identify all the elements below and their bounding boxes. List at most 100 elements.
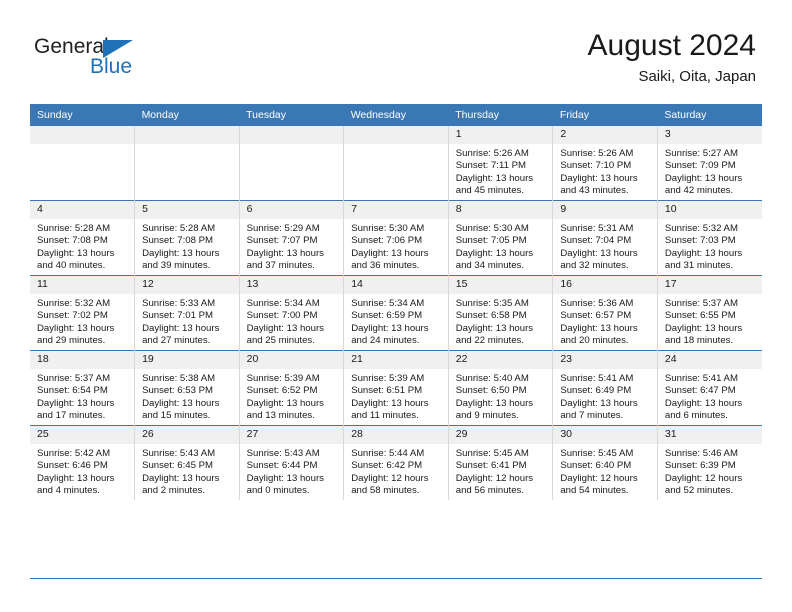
day-detail-line: and 11 minutes. — [351, 410, 419, 422]
day-detail-line: Sunrise: 5:45 AM — [560, 448, 634, 459]
calendar-day-cell[interactable]: 4 Sunrise: 5:28 AM Sunset: 7:08 PM Daylight… — [30, 200, 135, 276]
day-detail-line: Daylight: 12 hours — [664, 472, 743, 484]
calendar-day-cell[interactable]: 24 Sunrise: 5:41 AM Sunset: 6:47 PM Dayligh… — [656, 350, 762, 426]
calendar-day-cell[interactable]: 9 Sunrise: 5:31 AM Sunset: 7:04 PM Daylight… — [552, 200, 658, 276]
day-details: Sunrise: 5:38 AM Sunset: 6:53 PM Daylight:… — [135, 369, 239, 423]
calendar-day-cell[interactable]: 15 Sunrise: 5:35 AM Sunset: 6:58 PM Dayligh… — [447, 275, 553, 351]
logo-text-blue: Blue — [90, 55, 133, 78]
day-detail-line: Sunrise: 5:37 AM — [37, 373, 111, 384]
calendar-day-cell[interactable]: 25 Sunrise: 5:42 AM Sunset: 6:46 PM Dayligh… — [30, 425, 135, 500]
calendar-day-cell[interactable]: 3 Sunrise: 5:27 AM Sunset: 7:09 PM Daylight… — [656, 126, 762, 201]
calendar-day-cell[interactable]: 6 Sunrise: 5:29 AM Sunset: 7:07 PM Daylight… — [238, 200, 344, 276]
day-detail-line: and 32 minutes. — [560, 260, 629, 272]
day-details: Sunrise: 5:30 AM Sunset: 7:05 PM Daylight:… — [449, 219, 553, 273]
day-details: Sunrise: 5:44 AM Sunset: 6:42 PM Daylight:… — [344, 444, 448, 498]
calendar-day-cell[interactable]: 30 Sunrise: 5:45 AM Sunset: 6:40 PM Dayligh… — [552, 425, 658, 500]
day-number: 13 — [239, 276, 344, 294]
day-detail-line: and 0 minutes. — [246, 485, 310, 497]
day-detail-line: Sunrise: 5:46 AM — [664, 448, 738, 459]
day-detail-line: Sunset: 6:54 PM — [37, 385, 108, 397]
day-detail-line: Sunset: 7:00 PM — [246, 310, 318, 322]
calendar-day-cell[interactable]: 5 Sunrise: 5:28 AM Sunset: 7:08 PM Daylight… — [134, 200, 240, 276]
day-detail-line: Sunrise: 5:32 AM — [664, 223, 738, 234]
day-detail-line: Sunrise: 5:39 AM — [351, 373, 425, 384]
day-detail-line: Sunrise: 5:27 AM — [664, 148, 738, 159]
weekday-header-monday: Monday — [134, 104, 240, 126]
calendar-day-cell[interactable]: 23 Sunrise: 5:41 AM Sunset: 6:49 PM Dayligh… — [552, 350, 658, 426]
calendar-day-cell[interactable]: 19 Sunrise: 5:38 AM Sunset: 6:53 PM Dayligh… — [134, 350, 240, 426]
calendar-day-cell[interactable]: 14 Sunrise: 5:34 AM Sunset: 6:59 PM Dayligh… — [343, 275, 449, 351]
day-detail-line: and 39 minutes. — [142, 260, 211, 272]
day-number: 26 — [135, 426, 239, 444]
day-number — [239, 126, 344, 144]
day-detail-line: Sunset: 6:57 PM — [560, 310, 632, 322]
day-detail-line: Sunrise: 5:40 AM — [455, 373, 529, 384]
day-detail-line: Daylight: 13 hours — [560, 322, 638, 334]
calendar-day-cell[interactable]: 13 Sunrise: 5:34 AM Sunset: 7:00 PM Dayligh… — [238, 275, 344, 351]
day-number: 21 — [344, 351, 448, 369]
day-detail-line: Daylight: 13 hours — [560, 172, 638, 184]
day-detail-line: and 58 minutes. — [351, 485, 420, 497]
calendar-day-cell[interactable]: 7 Sunrise: 5:30 AM Sunset: 7:06 PM Daylight… — [343, 200, 449, 276]
day-details: Sunrise: 5:43 AM Sunset: 6:45 PM Daylight:… — [135, 444, 239, 498]
day-detail-line: Daylight: 13 hours — [560, 247, 638, 259]
day-detail-line: Daylight: 13 hours — [37, 472, 115, 484]
generalblue-logo[interactable]: General Blue — [34, 36, 154, 82]
title-block: August 2024 Saiki, Oita, Japan — [588, 28, 756, 87]
calendar-day-cell[interactable]: 12 Sunrise: 5:33 AM Sunset: 7:01 PM Dayligh… — [134, 275, 240, 351]
day-detail-line: Sunset: 7:01 PM — [142, 310, 213, 322]
day-detail-line: Daylight: 12 hours — [560, 472, 638, 484]
weekday-header-tuesday: Tuesday — [239, 104, 344, 126]
calendar-week-row: 11 Sunrise: 5:32 AM Sunset: 7:02 PM Dayligh… — [30, 275, 762, 351]
calendar-day-cell[interactable]: 27 Sunrise: 5:43 AM Sunset: 6:44 PM Dayligh… — [238, 425, 344, 500]
day-details: Sunrise: 5:39 AM Sunset: 6:51 PM Daylight:… — [344, 369, 448, 423]
day-details: Sunrise: 5:26 AM Sunset: 7:10 PM Daylight:… — [553, 144, 657, 198]
day-details: Sunrise: 5:34 AM Sunset: 6:59 PM Daylight:… — [344, 294, 448, 348]
day-details: Sunrise: 5:28 AM Sunset: 7:08 PM Daylight:… — [30, 219, 134, 273]
day-detail-line: Daylight: 13 hours — [142, 322, 220, 334]
calendar-day-cell[interactable]: 16 Sunrise: 5:36 AM Sunset: 6:57 PM Dayligh… — [552, 275, 658, 351]
day-number: 30 — [553, 426, 657, 444]
calendar-day-cell[interactable]: 20 Sunrise: 5:39 AM Sunset: 6:52 PM Dayligh… — [238, 350, 344, 426]
calendar-day-cell[interactable]: 10 Sunrise: 5:32 AM Sunset: 7:03 PM Dayligh… — [656, 200, 762, 276]
day-details: Sunrise: 5:26 AM Sunset: 7:11 PM Daylight:… — [449, 144, 553, 198]
day-detail-line: Sunrise: 5:36 AM — [560, 298, 634, 309]
day-detail-line: Daylight: 13 hours — [664, 172, 743, 184]
calendar-day-cell[interactable]: 31 Sunrise: 5:46 AM Sunset: 6:39 PM Dayligh… — [656, 425, 762, 500]
day-number: 18 — [30, 351, 135, 369]
day-details: Sunrise: 5:32 AM Sunset: 7:02 PM Daylight:… — [30, 294, 134, 348]
calendar-day-cell[interactable]: 21 Sunrise: 5:39 AM Sunset: 6:51 PM Dayligh… — [343, 350, 449, 426]
day-details — [135, 144, 239, 148]
calendar-day-cell[interactable]: 17 Sunrise: 5:37 AM Sunset: 6:55 PM Dayligh… — [656, 275, 762, 351]
day-number: 19 — [135, 351, 239, 369]
calendar-day-cell[interactable]: 22 Sunrise: 5:40 AM Sunset: 6:50 PM Dayligh… — [447, 350, 553, 426]
calendar-table: Sunday Monday Tuesday Wednesday Thursday Frid… — [30, 104, 762, 500]
calendar-day-cell[interactable]: 8 Sunrise: 5:30 AM Sunset: 7:05 PM Daylight… — [447, 200, 553, 276]
calendar-day-cell[interactable]: 29 Sunrise: 5:45 AM Sunset: 6:41 PM Dayligh… — [447, 425, 553, 500]
day-number: 28 — [344, 426, 448, 444]
day-number: 7 — [344, 201, 448, 219]
calendar-day-cell[interactable]: 26 Sunrise: 5:43 AM Sunset: 6:45 PM Dayligh… — [134, 425, 240, 500]
day-detail-line: and 43 minutes. — [560, 185, 629, 197]
day-detail-line: Sunrise: 5:30 AM — [351, 223, 425, 234]
calendar-day-cell-empty — [30, 126, 135, 201]
calendar-page: General Blue August 2024 Saiki, Oita, Ja… — [0, 0, 792, 612]
calendar-day-cell[interactable]: 28 Sunrise: 5:44 AM Sunset: 6:42 PM Dayligh… — [343, 425, 449, 500]
day-details: Sunrise: 5:31 AM Sunset: 7:04 PM Daylight:… — [553, 219, 657, 273]
calendar-day-cell[interactable]: 1 Sunrise: 5:26 AM Sunset: 7:11 PM Daylight… — [447, 126, 553, 201]
calendar-day-cell[interactable]: 18 Sunrise: 5:37 AM Sunset: 6:54 PM Dayligh… — [30, 350, 135, 426]
day-detail-line: and 45 minutes. — [455, 185, 525, 197]
day-number: 12 — [135, 276, 239, 294]
day-detail-line: Sunset: 6:53 PM — [142, 385, 213, 397]
day-detail-line: Sunrise: 5:26 AM — [560, 148, 634, 159]
page-title: August 2024 — [587, 29, 756, 62]
calendar-day-cell[interactable]: 2 Sunrise: 5:26 AM Sunset: 7:10 PM Daylight… — [552, 126, 658, 201]
day-detail-line: and 25 minutes. — [246, 335, 315, 347]
day-details — [240, 144, 344, 148]
calendar-day-cell[interactable]: 11 Sunrise: 5:32 AM Sunset: 7:02 PM Dayligh… — [30, 275, 135, 351]
calendar-day-cell-empty — [343, 126, 449, 201]
weekday-row: Sunday Monday Tuesday Wednesday Thursday Frid… — [30, 104, 762, 126]
day-number: 16 — [553, 276, 657, 294]
day-number — [344, 126, 448, 144]
day-details: Sunrise: 5:37 AM Sunset: 6:55 PM Daylight:… — [658, 294, 762, 348]
